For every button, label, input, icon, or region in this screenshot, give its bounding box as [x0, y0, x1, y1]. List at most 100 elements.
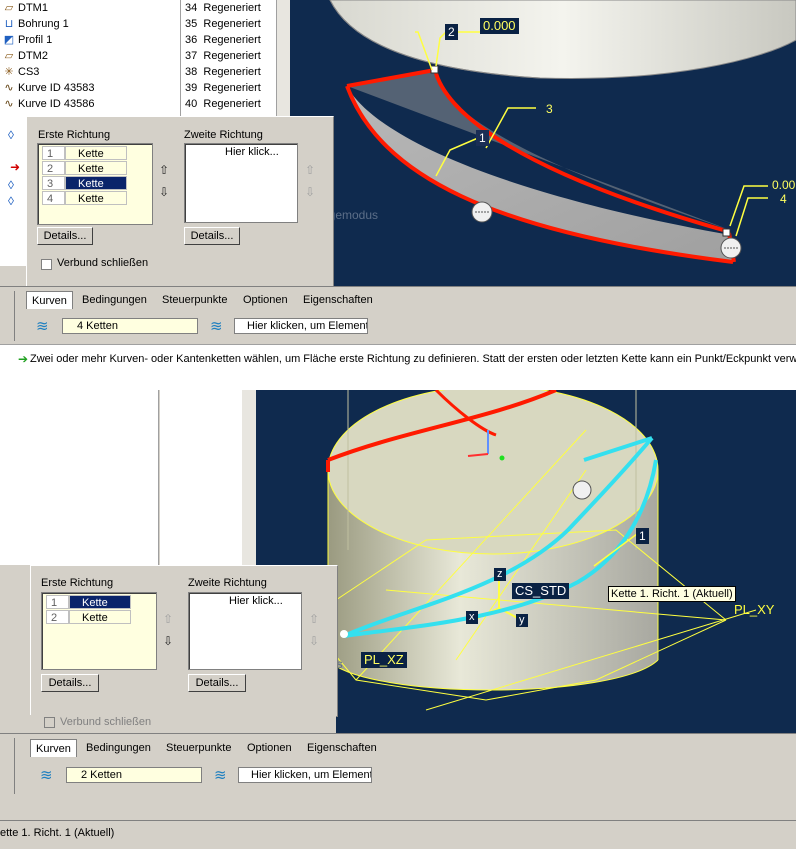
graphics-viewport[interactable]: igemodus 2 0.000 3 1 0.00 4 [290, 0, 796, 286]
second-direction-icon: ≋ [210, 318, 223, 335]
move-down-icon[interactable]: ⇩ [157, 185, 171, 199]
tab-kurven[interactable]: Kurven [30, 739, 77, 757]
top-screenshot: ▱ DTM1 ⊔ Bohrung 1 ◩ Profil 1 ▱ DTM2 ✳ CS3 ∿ K… [0, 0, 796, 373]
second-direction-list[interactable]: Hier klick... [184, 143, 298, 223]
status-column [160, 390, 243, 565]
message-arrow-icon: ➔ [18, 352, 29, 366]
dialog-footer: Verbund schließen [0, 715, 336, 733]
vertical-scrollbar[interactable] [276, 0, 291, 116]
tab-steuerpunkte[interactable]: Steuerpunkte [162, 291, 227, 309]
surface-icon: ◊ [8, 194, 14, 208]
status-row: 37 Regeneriert [185, 50, 261, 62]
label-3: 3 [546, 102, 553, 116]
second-direction-label: Zweite Richtung [188, 577, 267, 589]
first-direction-label: Erste Richtung [38, 129, 111, 141]
cylinder-body [329, 0, 796, 79]
chain-dialog: Erste Richtung 1 Kette 2 Kette ⇧ ⇩ Zweite … [30, 565, 338, 717]
model-tree: ▱ DTM1 ⊔ Bohrung 1 ◩ Profil 1 ▱ DTM2 ✳ CS3 ∿ K… [0, 0, 180, 116]
chain-count-field[interactable]: 4 Ketten [62, 318, 198, 334]
label-4: 4 [780, 192, 787, 206]
cylinder-top [327, 390, 659, 555]
plane-label-xy: PL_XY [734, 602, 775, 617]
tree-item-kurve-1[interactable]: ∿ Kurve ID 43583 [0, 80, 94, 96]
details-button[interactable]: Details... [188, 674, 246, 692]
tab-eigenschaften[interactable]: Eigenschaften [303, 291, 373, 309]
value-label: 0.000 [480, 18, 519, 34]
tree-item-cs3[interactable]: ✳ CS3 [0, 64, 39, 80]
details-button[interactable]: Details... [184, 227, 240, 245]
close-compound-checkbox [44, 717, 55, 728]
second-direction-icon: ≋ [214, 767, 227, 784]
datum-plane-icon: ▱ [4, 50, 14, 62]
tree-item-dtm1[interactable]: ▱ DTM1 [0, 0, 48, 16]
dashboard: Kurven Bedingungen Steuerpunkte Optionen… [0, 286, 796, 345]
coordinate-system-label: CS_STD [512, 583, 570, 599]
message-area: ➔ Zwei oder mehr Kurven- oder Kantenkett… [0, 344, 796, 373]
surface-strip [347, 86, 733, 262]
second-list-placeholder[interactable]: Hier klick... [189, 595, 301, 607]
move-down-icon: ⇩ [304, 185, 316, 199]
model-tree [0, 390, 159, 565]
first-direction-icon: ≋ [40, 767, 53, 784]
status-row: 39 Regeneriert [185, 82, 261, 94]
axis-label-x: x [466, 611, 478, 624]
first-direction-label: Erste Richtung [41, 577, 114, 589]
value-label: 0.00 [772, 178, 796, 192]
close-compound-checkbox[interactable] [41, 259, 52, 270]
label-1: 1 [636, 528, 649, 544]
tab-kurven[interactable]: Kurven [26, 291, 73, 309]
status-row: 36 Regeneriert [185, 34, 261, 46]
tree-item-dtm2[interactable]: ▱ DTM2 [0, 48, 48, 64]
tree-item-profil[interactable]: ◩ Profil 1 [0, 32, 52, 48]
details-button[interactable]: Details... [41, 674, 99, 692]
dashboard: Kurven Bedingungen Steuerpunkte Optionen… [0, 733, 796, 798]
move-up-icon: ⇧ [308, 612, 320, 626]
chain-count-field[interactable]: 2 Ketten [66, 767, 202, 783]
insert-arrow-icon: ➜ [10, 160, 21, 174]
status-row: 35 Regeneriert [185, 18, 261, 30]
element-collector-field[interactable]: Hier klicken, um Element [238, 767, 372, 783]
viewport-canvas: igemodus [326, 0, 796, 264]
curve-icon: ∿ [4, 82, 14, 94]
surface-icon: ◊ [8, 178, 14, 192]
coordinate-system-icon: ✳ [4, 66, 14, 78]
tab-bedingungen[interactable]: Bedingungen [82, 291, 147, 309]
status-row: 34 Regeneriert [185, 2, 261, 14]
second-direction-list[interactable]: Hier klick... [188, 592, 302, 670]
bottom-screenshot: us 1 z CS_STD x y Kette 1. Richt. 1 (Akt… [0, 390, 796, 849]
tab-bedingungen[interactable]: Bedingungen [86, 739, 151, 757]
tree-item-bohrung[interactable]: ⊔ Bohrung 1 [0, 16, 69, 32]
label-1: 1 [476, 130, 489, 146]
first-direction-list[interactable]: 1 Kette 2 Kette 3 Kette 4 Kette [37, 143, 153, 225]
second-list-placeholder[interactable]: Hier klick... [195, 146, 297, 158]
move-up-icon[interactable]: ⇧ [157, 163, 171, 177]
tab-optionen[interactable]: Optionen [247, 739, 292, 757]
move-down-icon[interactable]: ⇩ [161, 634, 175, 648]
separator [0, 372, 796, 390]
tab-steuerpunkte[interactable]: Steuerpunkte [166, 739, 231, 757]
tab-optionen[interactable]: Optionen [243, 291, 288, 309]
tab-eigenschaften[interactable]: Eigenschaften [307, 739, 377, 757]
close-compound-label: Verbund schließen [57, 257, 149, 269]
status-row: 40 Regeneriert [185, 98, 261, 110]
status-bar-text: ette 1. Richt. 1 (Aktuell) [0, 827, 115, 839]
surface-icon: ◊ [8, 128, 14, 142]
move-up-icon: ⇧ [304, 163, 316, 177]
datum-plane-icon: ▱ [4, 2, 14, 14]
plane-label-xz: PL_XZ [361, 652, 407, 668]
move-down-icon: ⇩ [308, 634, 320, 648]
tree-item-kurve-2[interactable]: ∿ Kurve ID 43586 [0, 96, 94, 112]
element-collector-field[interactable]: Hier klicken, um Element [234, 318, 368, 334]
first-direction-list[interactable]: 1 Kette 2 Kette [41, 592, 157, 670]
label-2: 2 [445, 24, 458, 40]
first-direction-icon: ≋ [36, 318, 49, 335]
message-text: Zwei oder mehr Kurven- oder Kantenketten… [30, 353, 796, 365]
vertical-scrollbar[interactable] [242, 390, 256, 565]
second-direction-label: Zweite Richtung [184, 129, 263, 141]
curve-icon: ∿ [4, 98, 14, 110]
details-button[interactable]: Details... [37, 227, 93, 245]
tree-partial-icons: ◊ ➜ ◊ ◊ [0, 116, 26, 266]
status-bar: ette 1. Richt. 1 (Aktuell) [0, 820, 796, 849]
status-column: 34 Regeneriert 35 Regeneriert 36 Regener… [180, 0, 277, 116]
axis-label-y: y [516, 614, 528, 627]
